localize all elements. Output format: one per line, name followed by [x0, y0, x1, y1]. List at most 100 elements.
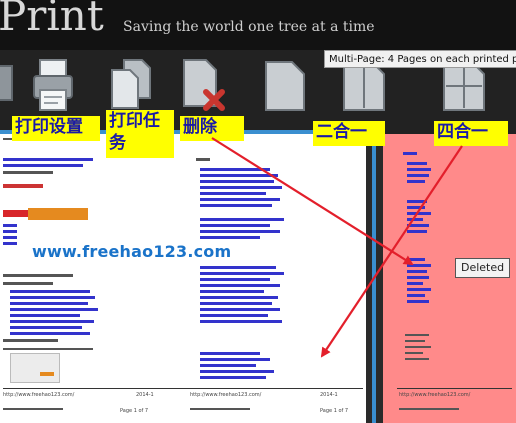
app-tagline: Saving the world one tree at a time: [123, 19, 375, 35]
footer-divider: [397, 388, 512, 389]
link-line: [407, 168, 431, 171]
link-line: [407, 294, 425, 297]
footer-url: http://www.freehao123.com/: [190, 392, 262, 398]
text-line: [3, 282, 53, 285]
copy-pages-icon[interactable]: [102, 54, 160, 114]
text-line: [405, 358, 429, 360]
deleted-badge: Deleted: [455, 258, 511, 278]
footer-date: 2014-1: [136, 392, 154, 398]
link-line: [200, 180, 274, 183]
link-line: [200, 358, 270, 361]
watermark-text: www.freehao123.com: [32, 242, 232, 261]
link-line: [200, 186, 282, 189]
link-line: [407, 218, 423, 221]
link-line: [200, 236, 260, 239]
link-line: [200, 278, 270, 281]
link-line: [407, 174, 429, 177]
link-line: [3, 158, 93, 161]
text-line: [399, 408, 459, 410]
section-heading: [3, 274, 73, 277]
callout-four-in-one: 四合一: [434, 121, 508, 146]
link-line: [200, 352, 260, 355]
link-line: [200, 370, 274, 373]
page-gap: [366, 130, 383, 423]
link-line: [10, 302, 88, 305]
link-line: [200, 218, 284, 221]
footer-date: 2014-1: [320, 392, 338, 398]
delete-page-icon[interactable]: [176, 54, 234, 114]
link-line: [200, 266, 276, 269]
link-line: [3, 230, 17, 233]
link-line: [407, 224, 429, 227]
link-line: [407, 300, 429, 303]
link-line: [200, 290, 264, 293]
callout-delete: 删除: [180, 116, 244, 141]
link-line: [10, 290, 90, 293]
link-line: [10, 326, 82, 329]
footer-url: http://www.freehao123.com/: [3, 392, 75, 398]
link-line: [10, 332, 90, 335]
link-line: [407, 288, 431, 291]
link-line: [10, 308, 98, 311]
text-line: [3, 171, 53, 174]
footer-divider: [3, 388, 363, 389]
text-line: [3, 408, 63, 410]
link-line: [3, 236, 17, 239]
link-line: [200, 230, 280, 233]
link-line: [10, 314, 80, 317]
link-line: [407, 180, 425, 183]
link-line: [407, 276, 429, 279]
link-line: [200, 320, 282, 323]
orange-button-thumb: [40, 372, 54, 376]
link-line: [407, 200, 427, 203]
red-heading: [3, 184, 43, 188]
text-line: [405, 346, 431, 348]
link-line: [200, 168, 270, 171]
page-number: Page 1 of 7: [320, 408, 349, 414]
link-line: [200, 198, 280, 201]
print-preview-page: http://www.freehao123.com/ 2014-1 http:/…: [0, 130, 366, 423]
link-line: [200, 224, 270, 227]
link-line: [200, 314, 268, 317]
multipage-tooltip: Multi-Page: 4 Pages on each printed pi: [324, 50, 516, 68]
link-line: [200, 376, 266, 379]
link-line: [407, 206, 425, 209]
screenshot-thumb: [10, 353, 60, 383]
page-number: Page 1 of 7: [120, 408, 149, 414]
link-line: [10, 296, 95, 299]
text-line: [190, 408, 250, 410]
printer-icon[interactable]: [26, 54, 84, 114]
text-line: [405, 334, 429, 336]
app-title: Print: [0, 0, 104, 40]
link-line: [10, 320, 94, 323]
text-line: [405, 340, 425, 342]
link-line: [200, 364, 256, 367]
text-line: [3, 348, 93, 350]
link-line: [407, 258, 425, 261]
link-line: [200, 284, 280, 287]
link-line: [407, 270, 427, 273]
link-line: [200, 296, 278, 299]
banner-block: [28, 208, 88, 220]
link-line: [200, 192, 266, 195]
link-line: [407, 264, 431, 267]
link-line: [403, 152, 417, 155]
page-edge: [372, 130, 376, 423]
link-line: [3, 242, 17, 245]
link-line: [407, 212, 431, 215]
link-line: [200, 272, 284, 275]
link-line: [200, 204, 272, 207]
link-line: [200, 174, 278, 177]
text-line: [3, 339, 58, 342]
link-line: [200, 308, 280, 311]
link-line: [407, 282, 423, 285]
link-line: [407, 230, 427, 233]
link-line: [200, 302, 272, 305]
callout-print-job: 打印任务: [106, 110, 174, 158]
app-header: Print Saving the world one tree at a tim…: [0, 0, 516, 50]
blank-page-icon[interactable]: [256, 54, 314, 114]
footer-url: http://www.freehao123.com/: [399, 392, 471, 398]
text-line: [196, 158, 210, 161]
link-line: [3, 224, 17, 227]
tool-icon[interactable]: [0, 54, 26, 114]
